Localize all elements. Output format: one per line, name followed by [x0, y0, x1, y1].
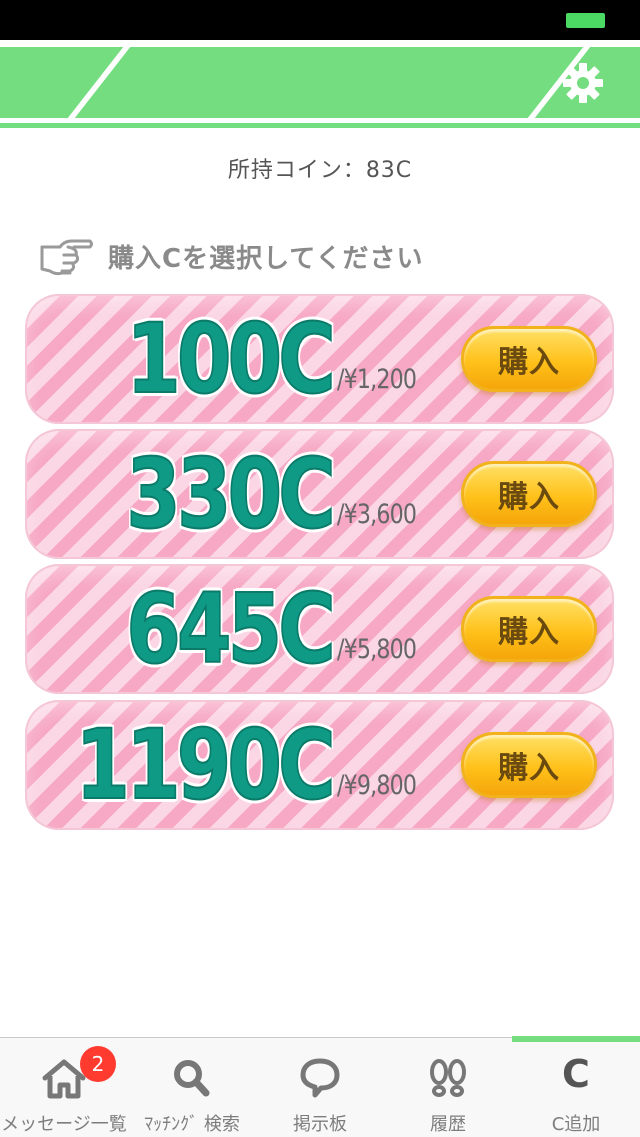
- unread-badge: 2: [80, 1046, 116, 1082]
- speech-bubble-icon: [300, 1058, 340, 1098]
- header-divider: [0, 123, 640, 128]
- select-prompt: 購入Cを選択してください: [38, 232, 424, 280]
- plan-price: /¥9,800: [337, 770, 417, 801]
- tab-label: 履歴: [430, 1114, 466, 1135]
- tab-add-coins[interactable]: C C追加: [512, 1038, 640, 1137]
- plan-amount: 330C: [125, 438, 336, 550]
- gear-icon[interactable]: [562, 62, 604, 104]
- buy-button[interactable]: 購入: [461, 461, 597, 527]
- pointing-hand-icon: [40, 239, 93, 276]
- tab-label: C追加: [551, 1114, 601, 1135]
- battery-icon: [566, 13, 605, 28]
- tab-messages[interactable]: 2 メッセージ一覧: [0, 1038, 128, 1137]
- coin-plan[interactable]: 100C /¥1,200 購入: [25, 294, 614, 424]
- tab-label: メッセージ一覧: [1, 1114, 127, 1135]
- coin-plan[interactable]: 1190C /¥9,800 購入: [25, 700, 614, 830]
- tab-bar: 2 メッセージ一覧 ﾏｯﾁﾝｸﾞ 検索 掲示板 履歴 C C追加: [0, 1036, 640, 1137]
- header-bar: [0, 47, 640, 118]
- prompt-text: 購入Cを選択してください: [108, 243, 424, 274]
- tab-history[interactable]: 履歴: [384, 1038, 512, 1137]
- footprints-icon: [430, 1059, 466, 1097]
- coin-balance: 所持コイン：83C: [227, 158, 413, 183]
- c-icon: C: [562, 1052, 590, 1096]
- plan-amount: 100C: [125, 303, 336, 415]
- plan-amount: 1190C: [75, 709, 337, 821]
- tab-bulletin-board[interactable]: 掲示板: [256, 1038, 384, 1137]
- plan-price: /¥5,800: [337, 634, 417, 665]
- buy-button[interactable]: 購入: [461, 596, 597, 662]
- buy-button[interactable]: 購入: [461, 326, 597, 392]
- plan-price: /¥3,600: [337, 499, 417, 530]
- search-icon: [174, 1060, 210, 1097]
- tab-matching-search[interactable]: ﾏｯﾁﾝｸﾞ 検索: [128, 1038, 256, 1137]
- plan-amount: 645C: [125, 573, 336, 685]
- header-stripe: [52, 47, 139, 118]
- tab-label: ﾏｯﾁﾝｸﾞ 検索: [144, 1114, 240, 1135]
- tab-label: 掲示板: [293, 1114, 347, 1135]
- buy-button[interactable]: 購入: [461, 732, 597, 798]
- status-bar: [0, 0, 640, 40]
- coin-plan[interactable]: 645C /¥5,800 購入: [25, 564, 614, 694]
- coin-plan[interactable]: 330C /¥3,600 購入: [25, 429, 614, 559]
- plan-price: /¥1,200: [337, 364, 417, 395]
